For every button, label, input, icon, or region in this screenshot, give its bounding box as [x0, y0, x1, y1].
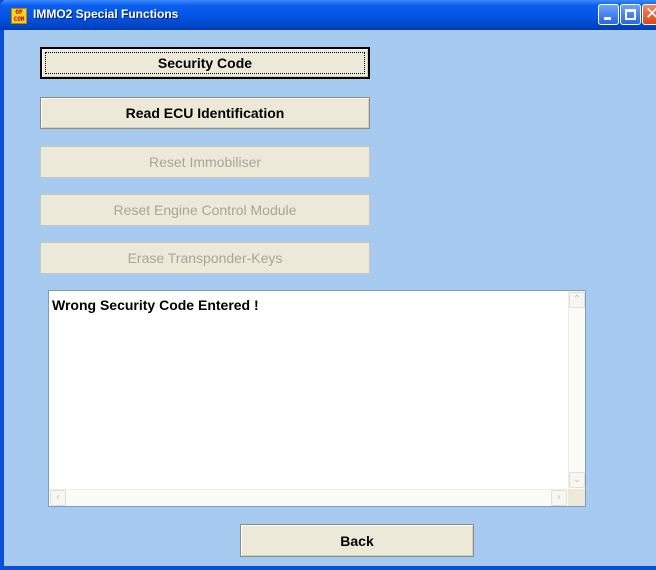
reset-immobiliser-label: Reset Immobiliser — [148, 154, 262, 170]
immo2-window: OP COM IMMO2 Special Functions ✕ Security… — [0, 0, 656, 570]
back-label: Back — [340, 532, 374, 549]
minimize-icon — [604, 17, 611, 20]
scroll-up-icon[interactable]: ⌃ — [569, 292, 585, 308]
vertical-scrollbar[interactable]: ⌃ ⌄ — [568, 291, 585, 489]
reset-engine-control-module-button[interactable]: Reset Engine Control Module — [40, 194, 370, 226]
scrollbar-corner — [568, 489, 585, 506]
scroll-left-icon[interactable]: ‹ — [50, 490, 66, 506]
maximize-button[interactable] — [620, 4, 641, 25]
reset-immobiliser-button[interactable]: Reset Immobiliser — [40, 146, 370, 178]
erase-transponder-keys-button[interactable]: Erase Transponder-Keys — [40, 242, 370, 274]
output-textarea[interactable]: Wrong Security Code Entered ! ⌃ ⌄ ‹ › — [48, 290, 586, 507]
opcom-app-icon[interactable]: OP COM — [11, 8, 27, 24]
close-button[interactable]: ✕ — [642, 4, 656, 25]
minimize-button[interactable] — [598, 4, 619, 25]
scroll-right-icon[interactable]: › — [551, 490, 567, 506]
title-bar[interactable]: OP COM IMMO2 Special Functions ✕ — [0, 0, 656, 30]
reset-ecm-label: Reset Engine Control Module — [113, 202, 297, 218]
scroll-down-icon[interactable]: ⌄ — [569, 472, 585, 488]
close-icon: ✕ — [645, 4, 656, 24]
focus-indicator — [45, 52, 365, 74]
output-message: Wrong Security Code Entered ! — [52, 297, 259, 313]
security-code-button[interactable]: Security Code — [40, 47, 370, 79]
horizontal-scrollbar[interactable]: ‹ › — [49, 489, 568, 506]
maximize-icon — [625, 9, 636, 20]
read-ecu-identification-button[interactable]: Read ECU Identification — [40, 97, 370, 129]
read-ecu-label: Read ECU Identification — [125, 105, 285, 121]
window-title: IMMO2 Special Functions — [33, 7, 179, 21]
back-button[interactable]: Back — [240, 524, 474, 557]
erase-keys-label: Erase Transponder-Keys — [127, 250, 283, 266]
